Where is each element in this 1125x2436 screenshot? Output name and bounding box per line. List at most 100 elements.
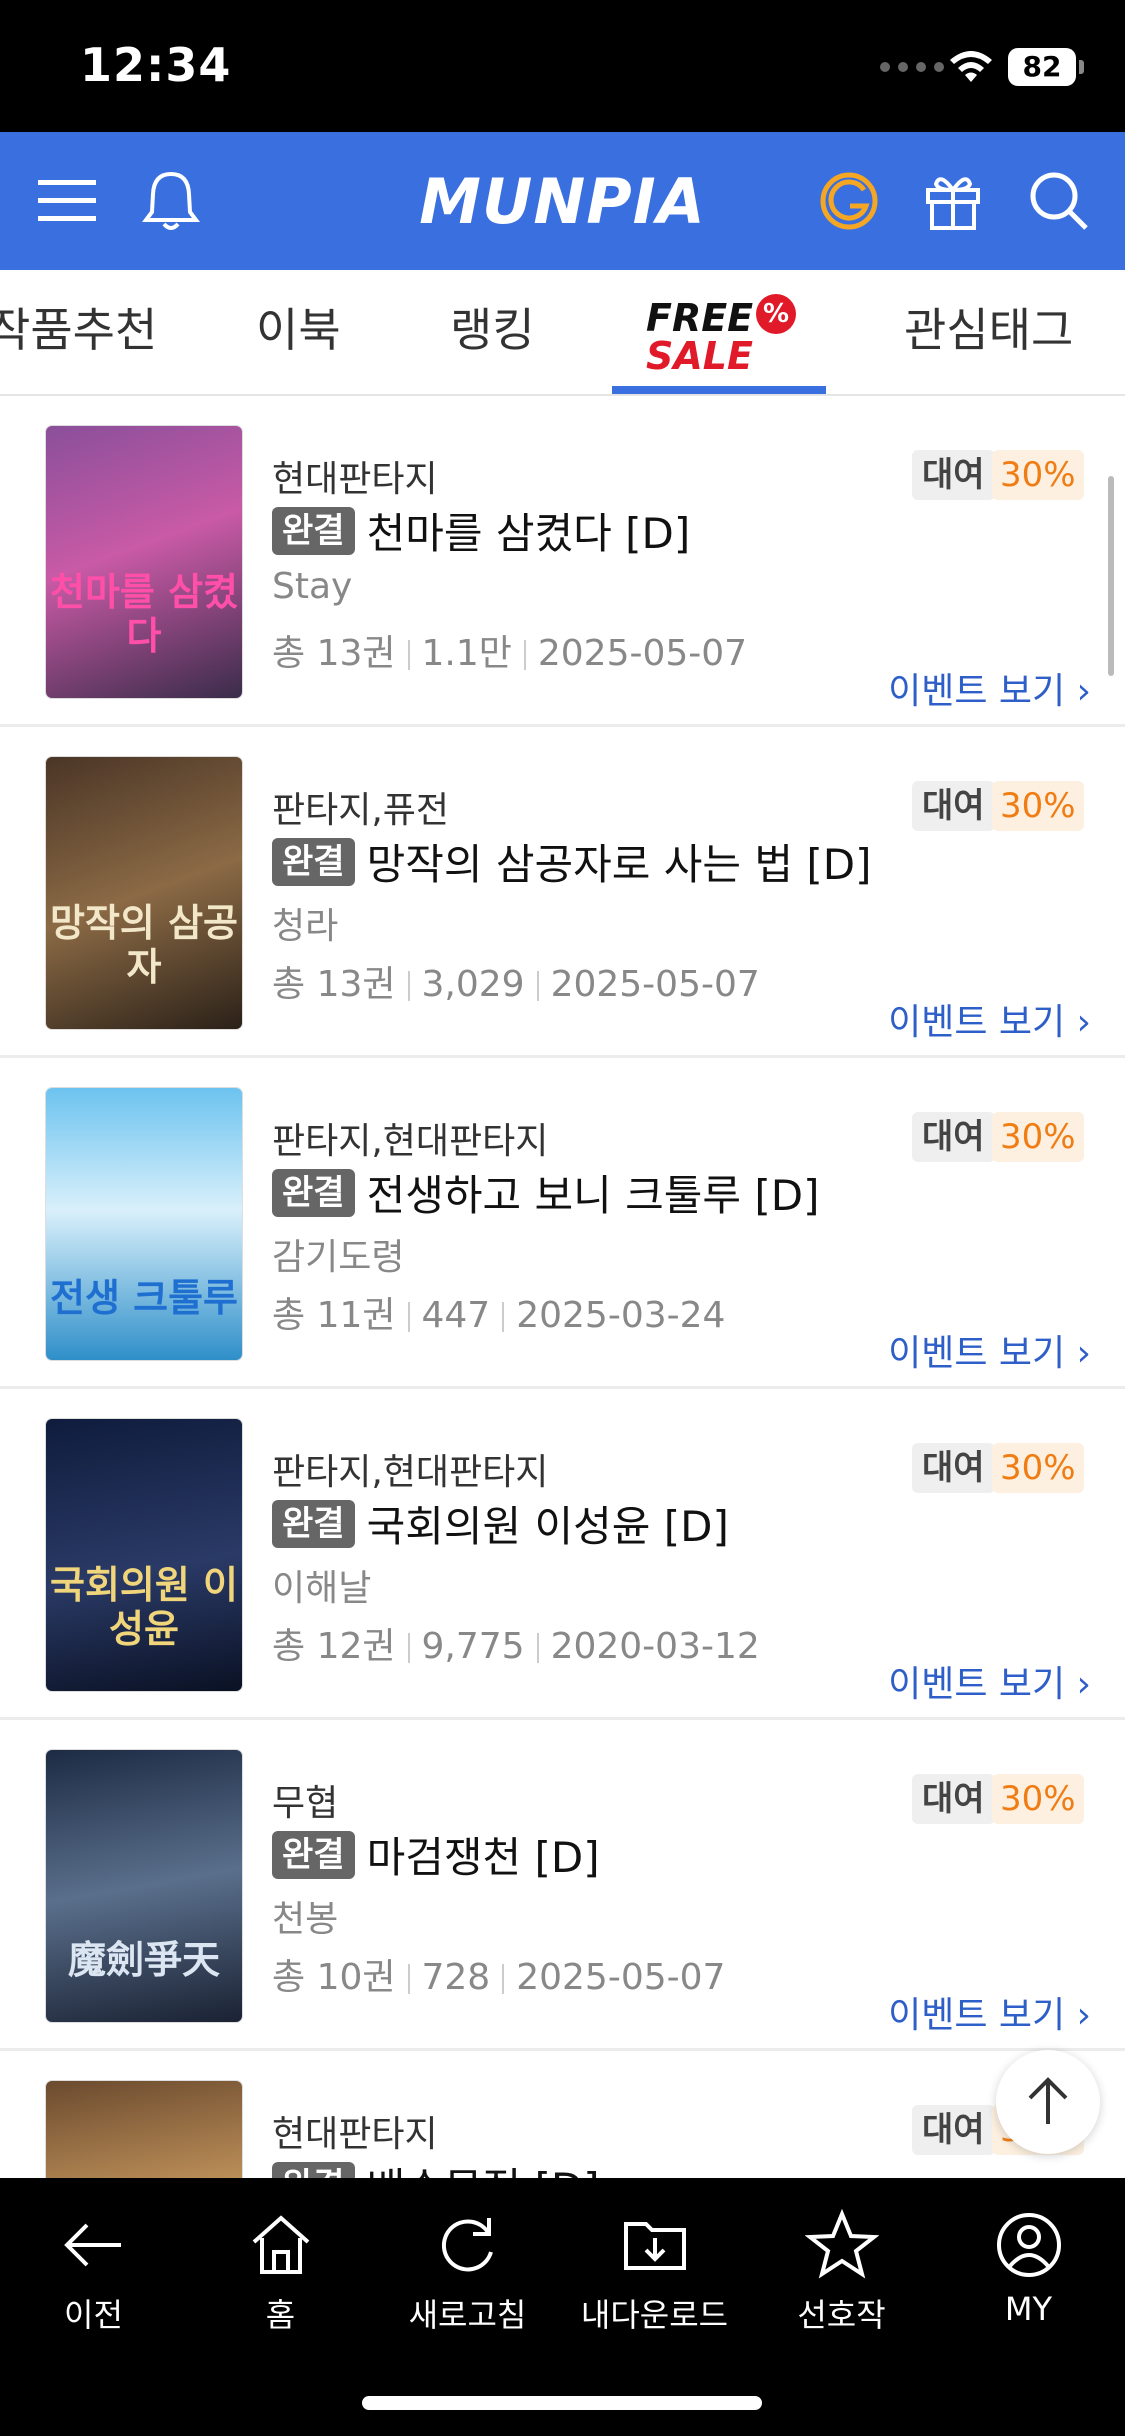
book-item[interactable]: 천마를 삼켰다 현대판타지 완결 천마를 삼켰다 [D] Stay 총 13권 1.… — [0, 396, 1125, 727]
nav-my[interactable]: MY — [935, 2208, 1122, 2328]
publish-date: 2020-03-12 — [550, 1626, 760, 1667]
rent-badge: 대여 — [912, 1112, 995, 1162]
star-icon — [804, 2208, 879, 2279]
search-icon[interactable] — [1024, 166, 1094, 236]
rent-badge: 대여 — [912, 2105, 995, 2155]
refresh-icon — [441, 2218, 493, 2272]
book-title[interactable]: 국회의원 이성윤 [D] — [367, 1493, 729, 1554]
book-title[interactable]: 천마를 삼켰다 [D] — [367, 500, 691, 561]
menu-icon[interactable] — [32, 166, 102, 236]
discount-badge: 30% — [992, 1112, 1084, 1162]
book-cover[interactable]: 국회의원 이성윤 — [46, 1419, 242, 1691]
discount-badge: 30% — [992, 1774, 1084, 1824]
nav-favorites[interactable]: 선호작 — [748, 2208, 935, 2336]
volume-count: 총 13권 — [272, 633, 396, 674]
view-count: 3,029 — [421, 964, 525, 1005]
download-folder-icon — [623, 2222, 686, 2270]
rent-badge: 대여 — [912, 1774, 995, 1824]
book-meta: 총 13권 1.1만 2025-05-07 — [272, 624, 747, 676]
book-item[interactable]: 망작의 삼공자 판타지,퓨전 완결 망작의 삼공자로 사는 법 [D] 청라 총 … — [0, 727, 1125, 1058]
book-meta: 총 13권 3,029 2025-05-07 — [272, 955, 760, 1007]
nav-back[interactable]: 이전 — [0, 2208, 187, 2336]
tab-ebook[interactable]: 이북 — [256, 294, 341, 360]
event-link-label: 이벤트 보기 — [888, 1002, 1066, 1043]
user-icon — [996, 2213, 1061, 2277]
notification-bell-icon[interactable] — [136, 166, 206, 236]
book-item[interactable]: 전생 크툴루 판타지,현대판타지 완결 전생하고 보니 크툴루 [D] 감기도령 … — [0, 1058, 1125, 1389]
munpia-logo[interactable]: MUNPIA — [410, 162, 715, 242]
sale-label: SALE — [646, 334, 753, 378]
completed-badge: 완결 — [272, 1830, 355, 1879]
nav-home[interactable]: 홈 — [187, 2208, 374, 2336]
publish-date: 2025-05-07 — [516, 1957, 726, 1998]
cover-title: 전생 크툴루 — [49, 1276, 239, 1320]
chevron-right-icon: › — [1076, 1333, 1091, 1374]
book-title[interactable]: 전생하고 보니 크툴루 [D] — [367, 1162, 820, 1223]
chevron-right-icon: › — [1076, 1002, 1091, 1043]
view-count: 9,775 — [421, 1626, 525, 1667]
book-cover[interactable]: 魔劍爭天 — [46, 1750, 242, 2022]
view-count: 728 — [421, 1957, 491, 1998]
discount-badge: 30% — [992, 1443, 1084, 1493]
nav-downloads[interactable]: 내다운로드 — [561, 2208, 748, 2336]
book-genre: 판타지,현대판타지 — [272, 1452, 549, 1493]
book-item[interactable]: 魔劍爭天 무협 완결 마검쟁천 [D] 천봉 총 10권 728 2025-05-07… — [0, 1720, 1125, 2051]
scroll-to-top-button[interactable] — [996, 2050, 1100, 2154]
cover-title: 魔劍爭天 — [67, 1938, 220, 1982]
event-link[interactable]: 이벤트 보기 › — [888, 1324, 1091, 1376]
nav-refresh-label: 새로고침 — [408, 2296, 527, 2334]
scrollbar[interactable] — [1108, 476, 1114, 676]
publish-date: 2025-05-07 — [550, 964, 760, 1005]
book-title[interactable]: 망작의 삼공자로 사는 법 [D] — [367, 831, 872, 892]
book-author: 감기도령 — [272, 1237, 405, 1278]
tab-free-sale[interactable]: FREE % SALE — [612, 282, 826, 394]
chevron-right-icon: › — [1076, 671, 1091, 712]
completed-badge: 완결 — [272, 506, 355, 555]
completed-badge: 완결 — [272, 1499, 355, 1548]
book-genre: 무협 — [272, 1783, 339, 1824]
completed-badge: 완결 — [272, 837, 355, 886]
status-time: 12:34 — [80, 38, 232, 92]
book-author: 청라 — [272, 906, 339, 947]
publish-date: 2025-05-07 — [537, 633, 748, 674]
gift-icon[interactable] — [918, 166, 988, 236]
completed-badge: 완결 — [272, 2161, 355, 2178]
volume-count: 총 13권 — [272, 964, 396, 1005]
volume-count: 총 10권 — [272, 1957, 396, 1998]
nav-refresh[interactable]: 새로고침 — [374, 2208, 561, 2336]
book-cover[interactable] — [46, 2081, 242, 2178]
coin-g-icon[interactable] — [814, 166, 884, 236]
event-link[interactable]: 이벤트 보기 › — [888, 662, 1091, 714]
book-author: 이해날 — [272, 1568, 372, 1609]
book-cover[interactable]: 망작의 삼공자 — [46, 757, 242, 1029]
active-tab-indicator — [612, 386, 826, 394]
tab-recommend[interactable]: 작품추천 — [0, 294, 157, 360]
event-link[interactable]: 이벤트 보기 › — [888, 993, 1091, 1045]
arrow-up-icon — [1028, 2077, 1068, 2124]
back-arrow-icon — [63, 2223, 121, 2267]
discount-badge: 30% — [992, 781, 1084, 831]
event-link[interactable]: 이벤트 보기 › — [888, 1655, 1091, 1707]
book-genre: 현대판타지 — [272, 459, 438, 500]
book-item[interactable]: 국회의원 이성윤 판타지,현대판타지 완결 국회의원 이성윤 [D] 이해날 총 … — [0, 1389, 1125, 1720]
completed-badge: 완결 — [272, 1168, 355, 1217]
nav-my-label: MY — [1004, 2290, 1053, 2328]
battery-level: 82 — [1008, 48, 1084, 86]
tab-ranking[interactable]: 랭킹 — [450, 294, 535, 360]
category-tabs: 작품추천 이북 랭킹 FREE % SALE 관심태그 — [0, 270, 1125, 396]
book-meta: 총 11권 447 2025-03-24 — [272, 1286, 725, 1338]
book-item[interactable]: 현대판타지 완결배수무적 [D] 대여 30% — [0, 2051, 1125, 2178]
book-genre: 판타지,퓨전 — [272, 790, 450, 831]
book-list: 천마를 삼켰다 현대판타지 완결 천마를 삼켰다 [D] Stay 총 13권 1.… — [0, 396, 1125, 2178]
home-icon — [252, 2215, 309, 2274]
tab-interest-tags[interactable]: 관심태그 — [904, 294, 1073, 360]
book-title[interactable]: 배수무적 [D] — [367, 2155, 600, 2178]
book-genre: 현대판타지 — [272, 2114, 438, 2155]
book-title[interactable]: 마검쟁천 [D] — [367, 1824, 600, 1885]
event-link[interactable]: 이벤트 보기 › — [888, 1986, 1091, 2038]
book-cover[interactable]: 천마를 삼켰다 — [46, 426, 242, 698]
book-cover[interactable]: 전생 크툴루 — [46, 1088, 242, 1360]
view-count: 447 — [421, 1295, 491, 1336]
volume-count: 총 12권 — [272, 1626, 396, 1667]
cover-title: 천마를 삼켰다 — [49, 570, 239, 658]
